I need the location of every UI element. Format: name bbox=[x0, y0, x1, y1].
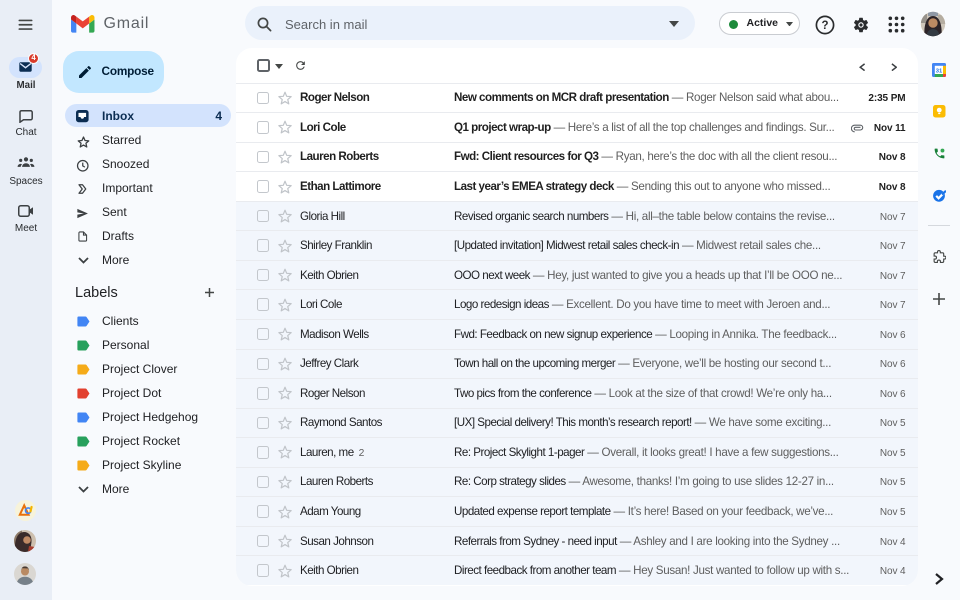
svg-text:31: 31 bbox=[936, 68, 943, 74]
svg-text:?: ? bbox=[821, 20, 828, 32]
